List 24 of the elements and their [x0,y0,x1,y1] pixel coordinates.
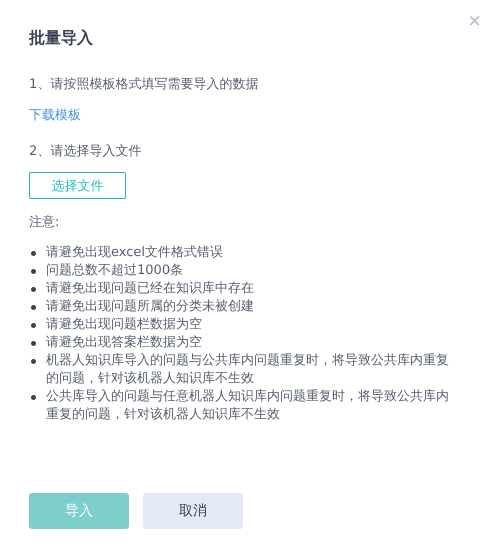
note-text: 请避免出现问题栏数据为空 [46,316,203,334]
download-template-link[interactable]: 下载模板 [29,107,81,125]
note-text: 机器人知识库导入的问题与公共库内问题重复时，将导致公共库内重复的问题，针对该机器人知识库不生效 [46,352,450,388]
instruction-text: 1、请按照模板格式填写需要导入的数据 [29,76,258,94]
bullet-icon [31,359,36,364]
dialog-title: 批量导入 [29,28,93,48]
bullet-icon [31,395,36,400]
cancel-button[interactable]: 取消 [143,493,243,529]
note-text: 公共库导入的问题与任意机器人知识库内问题重复时，将导致公共库内重复的问题，针对该机器人知识库不生效 [46,388,450,424]
note-text: 问题总数不超过1000条 [46,262,184,280]
note-text: 请避免出现问题已经在知识库中存在 [46,280,255,298]
instruction-text: 2、请选择导入文件 [29,143,142,161]
bullet-icon [31,305,36,310]
note-text: 请避免出现excel文件格式错误 [46,244,224,262]
bullet-icon [31,251,36,256]
notes-heading: 注意: [29,214,60,232]
note-text: 请避免出现答案栏数据为空 [46,334,203,352]
bullet-icon [31,341,36,346]
bullet-icon [31,323,36,328]
close-button[interactable]: × [468,10,481,32]
bullet-icon [31,287,36,292]
choose-file-button[interactable]: 选择文件 [29,172,126,199]
bullet-icon [31,269,36,274]
note-text: 请避免出现问题所属的分类未被创建 [46,298,255,316]
